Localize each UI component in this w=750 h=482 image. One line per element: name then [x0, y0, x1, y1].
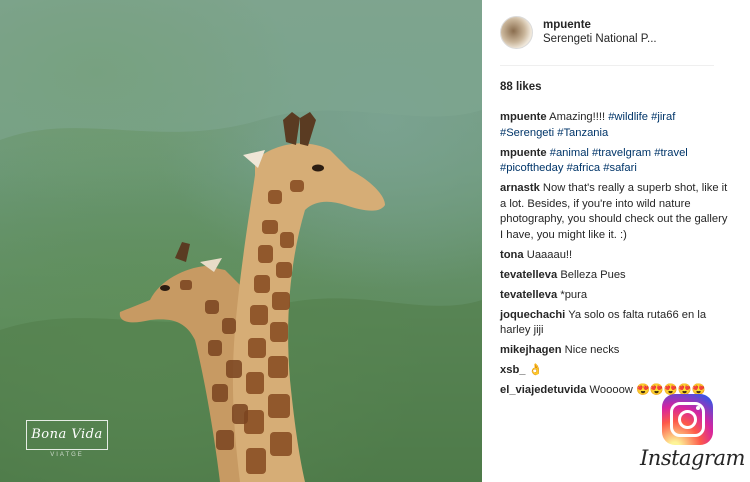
- comment-username[interactable]: mpuente: [500, 111, 547, 123]
- watermark-subtitle: VIATGE: [50, 452, 84, 458]
- comment-username[interactable]: tevatelleva: [500, 289, 557, 301]
- hashtag-link[interactable]: #travel: [654, 147, 688, 159]
- header-username[interactable]: mpuente: [543, 18, 657, 32]
- comment-item: joquechachi Ya solo os falta ruta66 en l…: [500, 308, 732, 339]
- post-photo[interactable]: Bona Vida VIATGE: [0, 0, 482, 482]
- comment-item: xsb_ 👌: [500, 363, 732, 379]
- hashtag-link[interactable]: #safari: [603, 162, 637, 174]
- comment-item: mikejhagen Nice necks: [500, 343, 732, 359]
- comment-username[interactable]: tevatelleva: [500, 269, 557, 281]
- comment-text: *pura: [560, 288, 588, 301]
- comment-item: arnastk Now that's really a superb shot,…: [500, 181, 732, 243]
- comment-username[interactable]: mikejhagen: [500, 344, 562, 356]
- comment-username[interactable]: joquechachi: [500, 309, 565, 321]
- comment-item: tevatelleva Belleza Pues: [500, 268, 732, 284]
- avatar[interactable]: [500, 15, 533, 49]
- hashtag-link[interactable]: #Serengeti: [500, 127, 554, 139]
- hashtag-link[interactable]: #africa: [567, 162, 601, 174]
- comment-username[interactable]: tona: [500, 249, 524, 261]
- comment-text: Amazing!!!!: [549, 111, 609, 123]
- divider: [500, 65, 714, 66]
- comment-username[interactable]: arnastk: [500, 182, 540, 194]
- comment-item: mpuente #animal #travelgram #travel #pic…: [500, 146, 732, 177]
- comment-text: 👌: [528, 364, 543, 376]
- watermark-logo: Bona Vida: [26, 420, 108, 450]
- comment-username[interactable]: xsb_: [500, 364, 526, 376]
- comment-username[interactable]: mpuente: [500, 147, 547, 159]
- comment-item: tevatelleva *pura: [500, 288, 732, 304]
- giraffes-image: [0, 0, 482, 482]
- instagram-logo-icon: [662, 394, 713, 445]
- comment-text: Uaaaau!!: [526, 248, 573, 261]
- comment-text: Belleza Pues: [560, 268, 626, 281]
- header-location[interactable]: Serengeti National P...: [543, 32, 657, 47]
- hashtag-link[interactable]: #jiraf: [651, 111, 675, 123]
- hashtag-link[interactable]: #Tanzania: [557, 127, 608, 139]
- comment-item: mpuente Amazing!!!! #wildlife #jiraf #Se…: [500, 110, 732, 141]
- comment-text: Nice necks: [564, 344, 620, 356]
- hashtag-link[interactable]: #wildlife: [608, 111, 648, 123]
- hashtag-link[interactable]: #picoftheday: [500, 162, 563, 174]
- comment-username[interactable]: el_viajedetuvida: [500, 384, 586, 396]
- watermark-title: Bona Vida: [31, 427, 103, 442]
- hashtag-link[interactable]: #animal: [550, 147, 589, 159]
- likes-count[interactable]: 88 likes: [500, 81, 542, 93]
- comments-list: mpuente Amazing!!!! #wildlife #jiraf #Se…: [500, 110, 732, 403]
- comment-item: tona Uaaaau!!: [500, 248, 732, 264]
- instagram-wordmark: Instagram: [640, 446, 745, 470]
- hashtag-link[interactable]: #travelgram: [592, 147, 651, 159]
- post-header: mpuente Serengeti National P...: [500, 14, 740, 50]
